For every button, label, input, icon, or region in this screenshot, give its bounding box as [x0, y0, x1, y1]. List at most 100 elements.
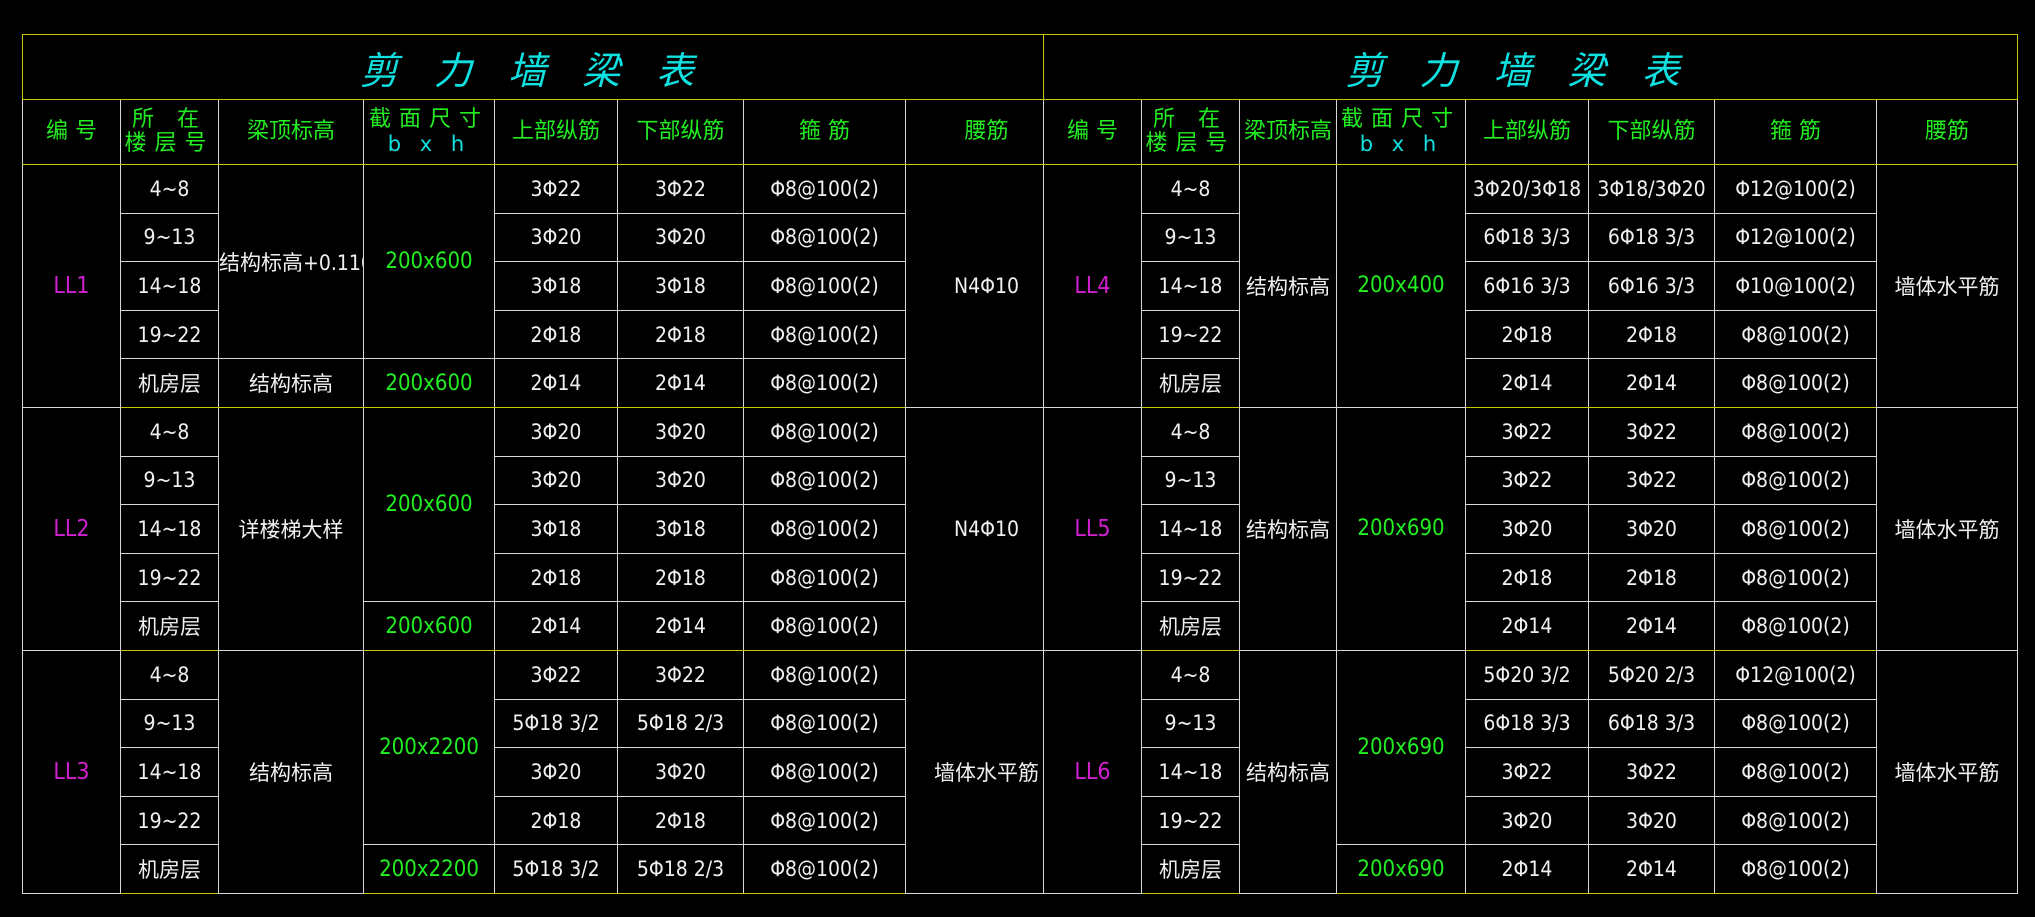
header-elevation: 梁顶标高	[218, 99, 364, 165]
floor-range: 14~18	[1141, 261, 1240, 311]
top-longitudinal-bars: 3Φ20	[1465, 504, 1589, 554]
top-longitudinal-bars: 2Φ18	[494, 795, 618, 846]
floor-range: 机房层	[120, 601, 219, 651]
floor-range: 9~13	[1141, 212, 1240, 263]
table-row: 19~22 3Φ20 3Φ20 Φ8@100(2)	[1044, 795, 2018, 846]
header-top-bars: 上部纵筋	[1465, 99, 1589, 165]
header-elevation: 梁顶标高	[1239, 99, 1337, 165]
header-id: 编 号	[1043, 99, 1142, 165]
stirrup: Φ8@100(2)	[1714, 698, 1877, 749]
beam-top-elevation: 详楼梯大样	[218, 406, 364, 651]
floor-range: 19~22	[1141, 552, 1240, 603]
title-row: 剪力墙梁表	[21, 34, 1069, 100]
stirrup: Φ8@100(2)	[743, 844, 906, 894]
bottom-longitudinal-bars: 3Φ20	[617, 747, 744, 797]
header-floor-line2: 楼层号	[124, 131, 215, 156]
section-size: 200x2200	[363, 649, 495, 846]
bottom-longitudinal-bars: 2Φ18	[617, 309, 744, 360]
table-body: 剪力墙梁表编 号所 在楼层号 梁顶标高 截面尺寸 b x h 上部纵筋 下部纵筋箍 筋腰筋…	[21, 34, 1069, 895]
table-row: LL1 4~8 结构标高+0.110 200x600 3Φ22 3Φ22 Φ8@100(2)…	[22, 163, 1069, 408]
bottom-longitudinal-bars: 2Φ18	[617, 552, 744, 603]
stirrup: Φ8@100(2)	[743, 164, 906, 214]
floor-range: 9~13	[120, 455, 219, 506]
table-row: LL4 4~8 结构标高 200x400 3Φ20/3Φ18 3Φ18/3Φ20 Φ12@1…	[1043, 164, 2019, 408]
bottom-longitudinal-bars: 2Φ14	[1588, 601, 1715, 651]
bottom-longitudinal-bars: 3Φ22	[1588, 455, 1715, 506]
header-top-bars: 上部纵筋	[494, 99, 618, 165]
floor-range: 14~18	[1141, 504, 1240, 554]
top-longitudinal-bars: 5Φ18 3/2	[494, 844, 618, 894]
stirrup: Φ8@100(2)	[1714, 795, 1877, 846]
top-longitudinal-bars: 3Φ22	[494, 164, 618, 214]
bottom-longitudinal-bars: 3Φ20	[1588, 795, 1715, 846]
header-section: 截面尺寸 b x h	[363, 99, 495, 165]
stirrup: Φ12@100(2)	[1714, 212, 1877, 263]
section-size: 200x690	[1336, 406, 1466, 651]
bottom-longitudinal-bars: 3Φ20	[617, 212, 744, 263]
section-size: 200x690	[1336, 649, 1466, 846]
floor-range: 4~8	[1141, 406, 1240, 457]
beam-id: LL1	[22, 164, 121, 408]
stirrup: Φ8@100(2)	[1714, 747, 1877, 797]
beam-id: LL4	[1043, 164, 1142, 408]
table-row: 9~13 6Φ18 3/3 6Φ18 3/3 Φ8@100(2)	[1044, 698, 2018, 749]
bottom-longitudinal-bars: 2Φ18	[1588, 309, 1715, 360]
beam-top-elevation: 结构标高	[1239, 649, 1337, 895]
floor-range: 4~8	[120, 649, 219, 700]
section-size: 200x690	[1336, 844, 1466, 894]
bottom-longitudinal-bars: 3Φ20	[617, 406, 744, 457]
floor-range: 4~8	[1141, 649, 1240, 700]
top-longitudinal-bars: 3Φ22	[1465, 406, 1589, 457]
section-size: 200x2200	[363, 844, 495, 894]
header-stirrup: 箍 筋	[743, 99, 906, 165]
floor-range: 14~18	[120, 261, 219, 311]
stirrup: Φ8@100(2)	[743, 649, 906, 700]
stirrup: Φ8@100(2)	[743, 261, 906, 311]
top-longitudinal-bars: 5Φ20 3/2	[1465, 649, 1589, 700]
header-section-line1: 截面尺寸	[1340, 107, 1461, 132]
stirrup: Φ8@100(2)	[743, 795, 906, 846]
floor-range: 4~8	[120, 406, 219, 457]
header-section-line1: 截面尺寸	[368, 107, 489, 132]
header-id: 编 号	[22, 99, 121, 165]
top-longitudinal-bars: 2Φ14	[494, 601, 618, 651]
beam-id: LL6	[1043, 649, 1142, 895]
table-row: LL5 4~8 结构标高 200x690 3Φ22 3Φ22 Φ8@100(2) 墙体水平筋	[1043, 406, 2019, 651]
top-longitudinal-bars: 3Φ22	[1465, 455, 1589, 506]
stirrup: Φ8@100(2)	[743, 455, 906, 506]
section-size: 200x600	[363, 163, 495, 360]
stirrup: Φ8@100(2)	[1714, 844, 1877, 894]
stirrup: Φ8@100(2)	[1714, 601, 1877, 651]
top-longitudinal-bars: 2Φ18	[494, 309, 618, 360]
top-longitudinal-bars: 3Φ18	[494, 504, 618, 554]
waist-bars: 墙体水平筋	[1875, 164, 2019, 408]
waist-bars: 墙体水平筋	[1875, 649, 2019, 895]
bottom-longitudinal-bars: 5Φ18 2/3	[617, 698, 744, 749]
bottom-longitudinal-bars: 3Φ18	[617, 504, 744, 554]
top-longitudinal-bars: 6Φ16 3/3	[1465, 261, 1589, 311]
floor-range: 机房层	[1141, 601, 1240, 651]
shear-wall-beam-table-right: 剪力墙梁表编 号所 在楼层号 梁顶标高 截面尺寸 b x h 上部纵筋 下部纵筋箍 筋腰筋…	[1042, 34, 2019, 895]
top-longitudinal-bars: 2Φ14	[1465, 844, 1589, 894]
top-longitudinal-bars: 3Φ22	[494, 649, 618, 700]
table-row: 机房层 2Φ14 2Φ14 Φ8@100(2)	[1044, 601, 2018, 651]
floor-range: 机房层	[120, 844, 219, 894]
bottom-longitudinal-bars: 3Φ18/3Φ20	[1588, 164, 1715, 214]
bottom-longitudinal-bars: 3Φ20	[1588, 504, 1715, 554]
header-waist-bars: 腰筋	[1875, 99, 2019, 165]
top-longitudinal-bars: 6Φ18 3/3	[1465, 698, 1589, 749]
floor-range: 9~13	[1141, 455, 1240, 506]
top-longitudinal-bars: 5Φ18 3/2	[494, 698, 618, 749]
floor-range: 14~18	[120, 747, 219, 797]
top-longitudinal-bars: 3Φ22	[1465, 747, 1589, 797]
bottom-longitudinal-bars: 2Φ14	[617, 358, 744, 408]
table-row: 14~18 6Φ16 3/3 6Φ16 3/3 Φ10@100(2)	[1044, 261, 2018, 311]
bottom-longitudinal-bars: 3Φ18	[617, 261, 744, 311]
top-longitudinal-bars: 2Φ14	[1465, 601, 1589, 651]
beam-top-elevation: 结构标高	[1239, 164, 1337, 408]
header-row: 编 号所 在楼层号 梁顶标高 截面尺寸 b x h 上部纵筋 下部纵筋箍 筋腰筋	[22, 99, 1069, 165]
bottom-longitudinal-bars: 5Φ20 2/3	[1588, 649, 1715, 700]
bottom-longitudinal-bars: 3Φ22	[617, 649, 744, 700]
stirrup: Φ12@100(2)	[1714, 164, 1877, 214]
table-row: 9~13 6Φ18 3/3 6Φ18 3/3 Φ12@100(2)	[1044, 212, 2018, 263]
